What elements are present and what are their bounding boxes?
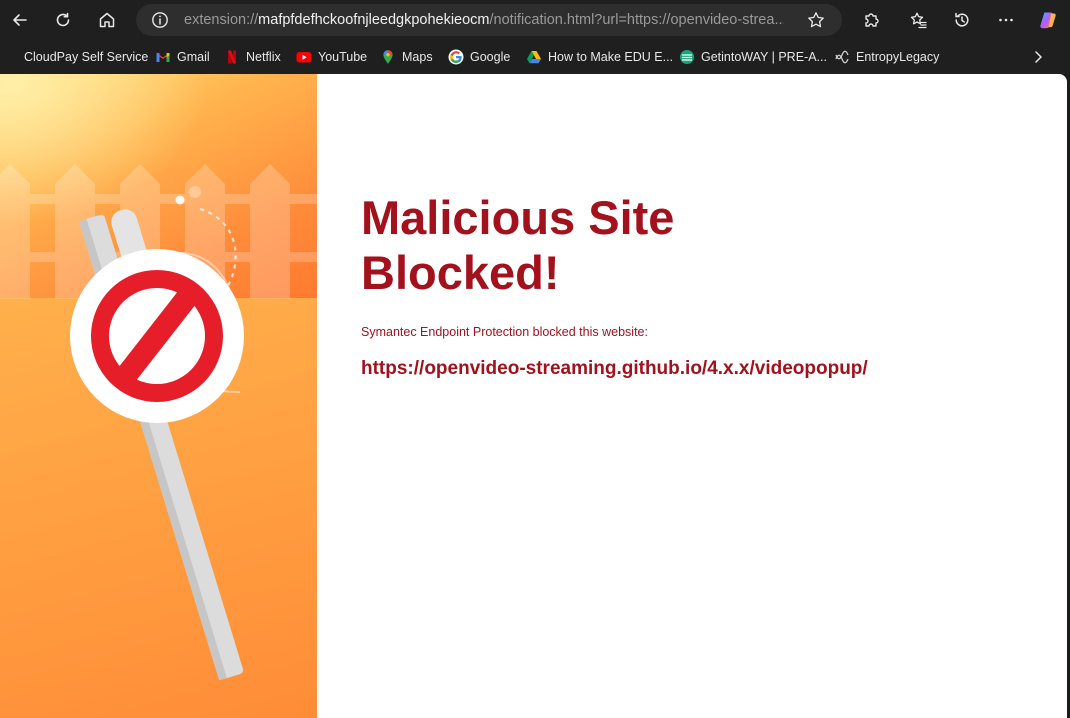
warning-illustration bbox=[0, 74, 317, 718]
url-path: /notification.html?url=https://openvideo… bbox=[489, 12, 784, 28]
title-line-2: Blocked! bbox=[361, 246, 560, 299]
copilot-button[interactable] bbox=[1032, 4, 1064, 36]
message-area: Malicious Site Blocked! Symantec Endpoin… bbox=[361, 190, 1041, 380]
favorites-list-icon bbox=[910, 12, 927, 29]
bookmark-entropylegacy[interactable]: EntropyLegacy bbox=[834, 46, 939, 68]
back-arrow-icon bbox=[13, 14, 27, 26]
bookmark-gmail[interactable]: Gmail bbox=[155, 46, 210, 68]
favorites-button[interactable] bbox=[903, 4, 935, 36]
extensions-button[interactable] bbox=[855, 4, 887, 36]
bookmark-label: YouTube bbox=[318, 50, 368, 64]
bookmark-how-to-make-edu[interactable]: How to Make EDU E... bbox=[526, 46, 673, 68]
netflix-icon bbox=[228, 50, 236, 64]
page-title: Malicious Site Blocked! bbox=[361, 190, 1041, 300]
google-icon bbox=[448, 49, 464, 65]
bookmark-label: EntropyLegacy bbox=[856, 50, 940, 64]
url-host: mafpfdefhckoofnjleedgkpohekieocm bbox=[258, 12, 490, 28]
bookmark-getintoway[interactable]: GetintoWAY | PRE-A... bbox=[679, 46, 827, 68]
refresh-icon bbox=[56, 12, 70, 27]
favorite-star-icon[interactable] bbox=[806, 10, 826, 30]
history-button[interactable] bbox=[946, 4, 978, 36]
drive-icon bbox=[527, 51, 541, 64]
refresh-button[interactable] bbox=[47, 4, 79, 36]
bookmark-cloudpay[interactable]: CloudPay Self Service bbox=[24, 46, 148, 68]
address-url[interactable]: extension://mafpfdefhckoofnjleedgkpoheki… bbox=[184, 12, 784, 28]
maps-icon bbox=[383, 50, 393, 64]
bookmark-google[interactable]: Google bbox=[448, 46, 510, 68]
gmail-icon bbox=[156, 52, 170, 62]
address-bar[interactable]: extension://mafpfdefhckoofnjleedgkpoheki… bbox=[136, 4, 842, 36]
bookmark-label: Google bbox=[470, 50, 511, 64]
more-options-button[interactable] bbox=[990, 4, 1022, 36]
url-scheme: extension:// bbox=[184, 12, 259, 28]
site-info-icon[interactable] bbox=[150, 10, 170, 30]
back-button[interactable] bbox=[4, 4, 36, 36]
bookmark-youtube[interactable]: YouTube bbox=[296, 46, 367, 68]
blocked-url: https://openvideo-streaming.github.io/4.… bbox=[361, 358, 868, 379]
entropy-icon bbox=[835, 50, 849, 64]
bookmark-label: How to Make EDU E... bbox=[548, 50, 674, 64]
bookmark-label: CloudPay Self Service bbox=[24, 50, 149, 64]
bookmark-label: GetintoWAY | PRE-A... bbox=[701, 50, 827, 64]
chevron-right-icon[interactable] bbox=[1030, 48, 1046, 66]
blocked-sign-illustration bbox=[0, 74, 317, 718]
home-button[interactable] bbox=[91, 4, 123, 36]
ellipsis-icon bbox=[999, 18, 1013, 22]
history-icon bbox=[955, 12, 969, 27]
bookmark-label: Netflix bbox=[246, 50, 281, 64]
youtube-icon bbox=[296, 52, 312, 63]
bookmark-netflix[interactable]: Netflix bbox=[224, 46, 281, 68]
bookmark-label: Maps bbox=[402, 50, 433, 64]
bookmark-label: Gmail bbox=[177, 50, 210, 64]
block-description: Symantec Endpoint Protection blocked thi… bbox=[361, 325, 648, 339]
copilot-icon bbox=[1040, 12, 1056, 29]
browser-toolbar: extension://mafpfdefhckoofnjleedgkpoheki… bbox=[0, 0, 1070, 40]
bookmarks-bar: CloudPay Self Service Gmail Netflix YouT… bbox=[0, 40, 1070, 74]
bookmark-maps[interactable]: Maps bbox=[380, 46, 433, 68]
puzzle-icon bbox=[865, 13, 879, 27]
title-line-1: Malicious Site bbox=[361, 191, 675, 244]
blocked-page: Malicious Site Blocked! Symantec Endpoin… bbox=[0, 74, 1067, 718]
home-icon bbox=[99, 12, 115, 28]
getintoway-icon bbox=[680, 50, 694, 64]
